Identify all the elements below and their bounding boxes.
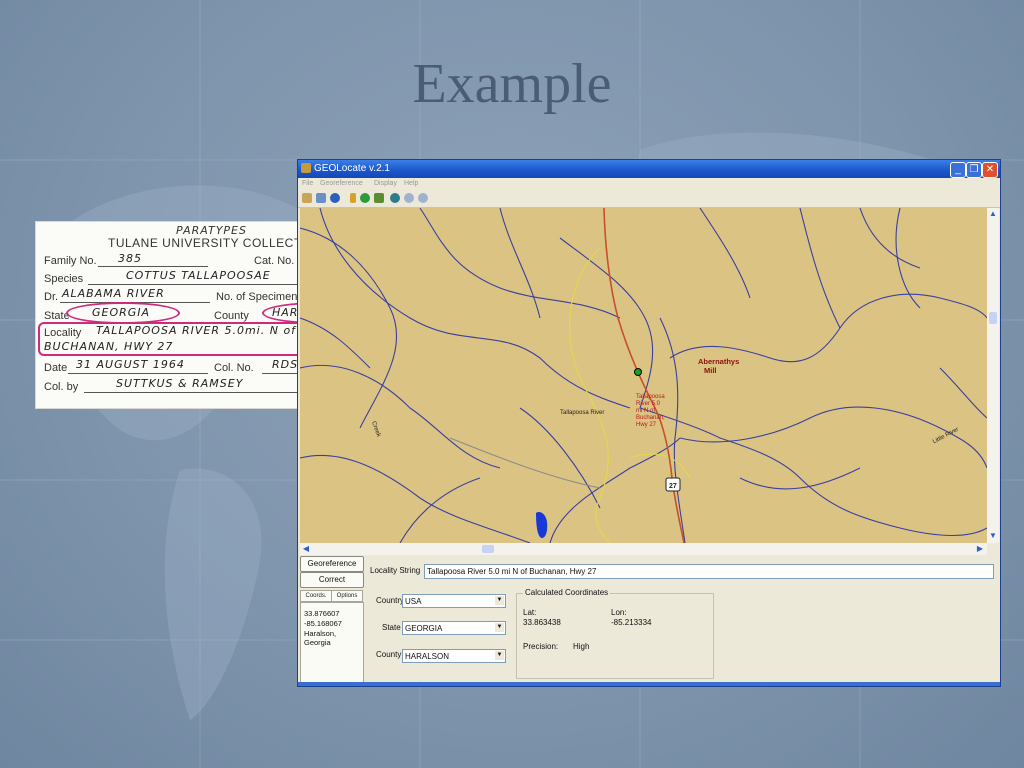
dr-value: ALABAMA RIVER xyxy=(62,287,165,300)
chevron-down-icon[interactable]: ▼ xyxy=(495,623,504,632)
family-value: 385 xyxy=(118,252,142,265)
state-value: GEORGIA xyxy=(92,306,151,319)
specimens-label: No. of Specimens xyxy=(216,291,303,303)
locality-string-input[interactable]: Tallapoosa River 5.0 mi N of Buchanan, H… xyxy=(424,564,994,579)
scroll-down-icon[interactable]: ▼ xyxy=(988,531,998,541)
river-label-tallapoosa: Tallapoosa River xyxy=(560,410,604,416)
coords-line3: Haralson, xyxy=(304,629,337,638)
help-icon[interactable] xyxy=(330,193,340,203)
correct-button[interactable]: Correct xyxy=(300,572,364,588)
precision-value: High xyxy=(573,642,590,651)
scroll-left-icon[interactable]: ◀ xyxy=(301,544,311,554)
river-label-creek: Creek xyxy=(370,421,381,439)
menu-georeference[interactable]: Georeference xyxy=(320,180,363,187)
result-label-line4: Buchanan, xyxy=(636,415,665,421)
lat-value: 33.863438 xyxy=(523,618,561,627)
place-label-abernathys: Abernathys xyxy=(698,357,739,366)
restore-button[interactable]: ❐ xyxy=(966,162,982,178)
county-select[interactable]: HARALSON ▼ xyxy=(402,649,506,663)
locality-value-line2: BUCHANAN, HWY 27 xyxy=(44,340,174,353)
zoom-in-icon[interactable] xyxy=(404,193,414,203)
dr-label: Dr. xyxy=(44,291,59,303)
run-icon[interactable] xyxy=(360,193,370,203)
date-label: Date xyxy=(44,362,68,374)
globe-icon[interactable] xyxy=(390,193,400,203)
chevron-down-icon[interactable]: ▼ xyxy=(495,651,504,660)
col-by-label: Col. by xyxy=(44,381,79,393)
toolbar xyxy=(298,191,1000,208)
calculated-coordinates-group: Calculated Coordinates Lat: 33.863438 Lo… xyxy=(516,588,714,679)
family-label: Family No. xyxy=(44,255,97,267)
geolocate-window: GEOLocate v.2.1 _ ❐ ✕ File Georeference … xyxy=(298,160,1000,686)
precision-label: Precision: xyxy=(523,642,559,651)
county-value: HARALSON xyxy=(405,652,450,661)
georeference-panel: Georeference Correct Coords. Options 33.… xyxy=(300,556,998,684)
locality-label: Locality xyxy=(44,327,82,339)
save-icon[interactable] xyxy=(316,193,326,203)
state-select[interactable]: GEORGIA ▼ xyxy=(402,621,506,635)
country-select[interactable]: USA ▼ xyxy=(402,594,506,608)
lat-label: Lat: xyxy=(523,608,537,617)
app-icon xyxy=(301,163,311,173)
minimize-button[interactable]: _ xyxy=(950,162,966,178)
country-label: Country xyxy=(376,596,405,605)
menu-file[interactable]: File xyxy=(302,180,313,187)
date-value: 31 AUGUST 1964 xyxy=(76,358,185,371)
result-label-line3: mi N of xyxy=(636,408,655,414)
locate-icon[interactable] xyxy=(374,193,384,203)
country-value: USA xyxy=(405,597,422,606)
map-view[interactable]: Tallapoosa River 5.0 mi N of Buchanan, H… xyxy=(300,208,987,543)
result-label-line5: Hwy 27 xyxy=(636,422,657,428)
col-by-value: SUTTKUS & RAMSEY xyxy=(116,377,244,390)
menu-bar: File Georeference Display Help xyxy=(298,178,1000,191)
coords-line4: Georgia xyxy=(304,638,331,647)
slide-title: Example xyxy=(412,53,612,115)
window-bottom-border xyxy=(298,682,1000,686)
place-label-mill: Mill xyxy=(704,366,717,375)
county-label: County xyxy=(376,650,402,659)
county-label: County xyxy=(214,310,249,322)
map-horizontal-scrollbar[interactable]: ◀ ▶ xyxy=(300,543,987,555)
scroll-right-icon[interactable]: ▶ xyxy=(975,544,985,554)
result-label-line2: River 5.0 xyxy=(636,401,661,407)
cat-label: Cat. No. xyxy=(254,255,295,267)
open-icon[interactable] xyxy=(302,193,312,203)
lon-value: -85.213334 xyxy=(611,618,652,627)
species-value: COTTUS TALLAPOOSAE xyxy=(126,269,271,282)
highway-shield: 27 xyxy=(665,477,681,492)
scroll-up-icon[interactable]: ▲ xyxy=(988,209,998,219)
tab-coords[interactable]: Coords. xyxy=(300,590,332,602)
species-label: Species xyxy=(44,273,84,285)
coords-line1: 33.876607 xyxy=(304,609,340,618)
lon-label: Lon: xyxy=(611,608,627,617)
close-button[interactable]: ✕ xyxy=(982,162,998,178)
result-point-marker xyxy=(634,368,642,376)
result-label-line1: Tallapoosa xyxy=(636,394,665,400)
locality-value-line1: TALLAPOOSA RIVER 5.0mi. N of xyxy=(96,324,297,337)
tab-options[interactable]: Options xyxy=(331,590,363,602)
menu-display[interactable]: Display xyxy=(374,180,397,187)
lightning-icon[interactable] xyxy=(350,193,356,203)
vertical-scroll-thumb[interactable] xyxy=(989,312,997,324)
chevron-down-icon[interactable]: ▼ xyxy=(495,596,504,605)
locality-string-value: Tallapoosa River 5.0 mi N of Buchanan, H… xyxy=(427,567,597,576)
zoom-out-icon[interactable] xyxy=(418,193,428,203)
window-titlebar[interactable]: GEOLocate v.2.1 _ ❐ ✕ xyxy=(298,160,1000,178)
map-vertical-scrollbar[interactable]: ▲ ▼ xyxy=(987,208,999,543)
coords-line2: -85.168067 xyxy=(304,619,342,628)
highway-shield-number: 27 xyxy=(669,483,677,490)
calculated-coordinates-title: Calculated Coordinates xyxy=(523,588,611,597)
coords-readout-box: 33.876607 -85.168067 Haralson, Georgia xyxy=(300,602,364,684)
menu-help[interactable]: Help xyxy=(404,180,418,187)
window-title: GEOLocate v.2.1 xyxy=(314,163,390,174)
state-value: GEORGIA xyxy=(405,624,443,633)
horizontal-scroll-thumb[interactable] xyxy=(482,545,494,553)
state-label: State xyxy=(382,623,401,632)
map-canvas: Tallapoosa River 5.0 mi N of Buchanan, H… xyxy=(300,208,987,543)
col-no-label: Col. No. xyxy=(214,362,254,374)
locality-string-label: Locality String xyxy=(370,566,421,575)
georeference-button[interactable]: Georeference xyxy=(300,556,364,572)
